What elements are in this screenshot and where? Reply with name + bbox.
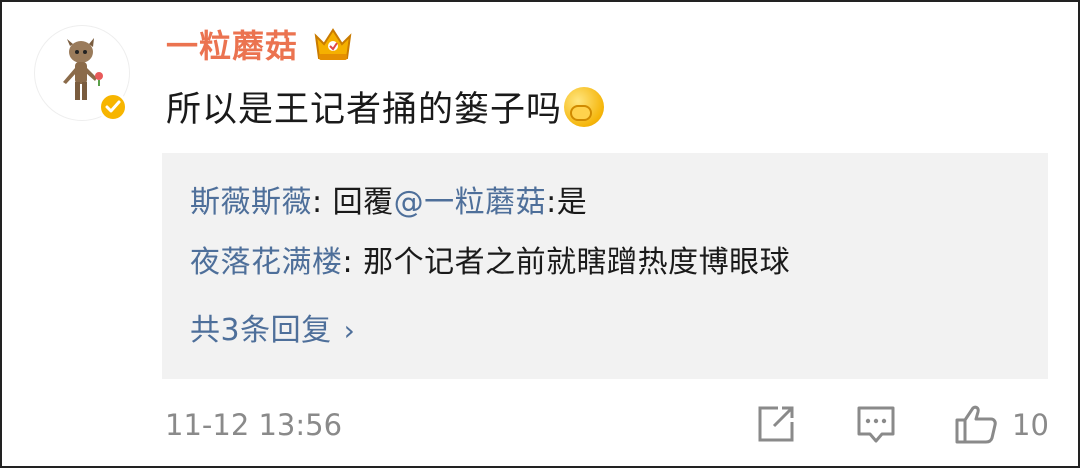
comment-body: 所以是王记者捅的篓子吗 [166,90,563,130]
reply-author[interactable]: 斯薇斯薇 [190,185,312,220]
comment-icon[interactable] [856,404,896,444]
reply-item[interactable]: 夜落花满楼: 那个记者之前就瞎蹭热度博眼球 [190,241,790,285]
share-icon[interactable] [756,404,796,444]
cry-laugh-emoji-icon [564,87,605,127]
reply-item[interactable]: 斯薇斯薇: 回覆@一粒蘑菇:是 [190,181,587,225]
reply-text: 那个记者之前就瞎蹭热度博眼球 [363,245,791,280]
more-replies-link[interactable]: 共3条回复 › [190,309,355,353]
thumbs-up-icon[interactable] [954,404,998,444]
verified-badge-icon [98,92,128,122]
username[interactable]: 一粒蘑菇 [166,20,298,72]
reply-colon: : [312,185,333,220]
timestamp: 11-12 13:56 [165,408,343,442]
reply-mention[interactable]: @一粒蘑菇 [394,185,547,220]
chevron-right-icon: › [343,314,356,347]
like-count[interactable]: 10 [1012,403,1049,447]
reply-author[interactable]: 夜落花满楼 [190,245,343,280]
reply-suffix: :是 [546,185,588,220]
reply-colon: : [342,245,364,280]
reply-box[interactable]: 斯薇斯薇: 回覆@一粒蘑菇:是 夜落花满楼: 那个记者之前就瞎蹭热度博眼球 共3… [162,153,1048,379]
comment-text: 所以是王记者捅的篓子吗 [166,84,605,136]
reply-prefix: 回覆 [332,185,394,220]
more-replies-label: 共3条回复 [190,313,332,348]
crown-vip-icon[interactable] [312,24,354,64]
